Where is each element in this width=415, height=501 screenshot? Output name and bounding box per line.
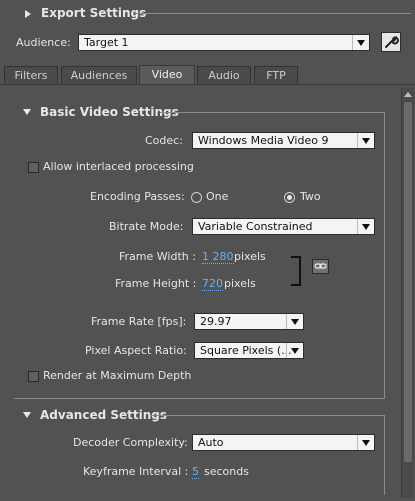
- decoder-label: Decoder Complexity:: [73, 436, 188, 449]
- keyframe-label: Keyframe Interval :: [83, 465, 189, 478]
- section-divider: [160, 112, 385, 113]
- scroll-up-icon[interactable]: [404, 92, 412, 97]
- pass-one-label: One: [206, 190, 229, 203]
- aspect-bracket: [291, 256, 301, 286]
- scrollbar[interactable]: [401, 88, 414, 498]
- expand-arrow-icon[interactable]: [25, 10, 31, 18]
- interlaced-checkbox[interactable]: [28, 162, 39, 173]
- bitrate-value: Variable Constrained: [198, 220, 313, 233]
- render-depth-label: Render at Maximum Depth: [43, 369, 192, 382]
- frame-width-unit: pixels: [234, 250, 266, 263]
- framerate-label: Frame Rate [fps]:: [91, 315, 187, 328]
- chevron-down-icon: [286, 314, 303, 329]
- advanced-section-title: Advanced Settings: [40, 408, 168, 422]
- decoder-dropdown[interactable]: Auto: [192, 434, 375, 451]
- pass-one-radio[interactable]: [191, 192, 202, 203]
- wrench-button[interactable]: [381, 32, 401, 52]
- collapse-arrow-icon[interactable]: [23, 412, 31, 418]
- frame-height-label: Frame Height :: [115, 277, 197, 290]
- scroll-thumb[interactable]: [404, 102, 412, 462]
- chevron-down-icon: [357, 435, 374, 450]
- decoder-value: Auto: [198, 436, 224, 449]
- tab-audio[interactable]: Audio: [197, 66, 251, 84]
- chain-link-icon: [314, 263, 327, 269]
- keyframe-unit: seconds: [204, 465, 249, 478]
- pass-two-label: Two: [300, 190, 321, 203]
- framerate-value: 29.97: [200, 315, 232, 328]
- section-divider: [151, 415, 385, 416]
- constrain-proportions-button[interactable]: [312, 259, 329, 274]
- frame-width-value[interactable]: 1 280: [202, 250, 234, 264]
- aspect-dropdown[interactable]: Square Pixels (...: [194, 342, 304, 359]
- interlaced-label: Allow interlaced processing: [43, 160, 194, 173]
- keyframe-value[interactable]: 5: [192, 465, 199, 479]
- tab-video[interactable]: Video: [139, 65, 195, 85]
- render-depth-checkbox[interactable]: [28, 371, 39, 382]
- advanced-section-border: [384, 415, 385, 495]
- audience-value: Target 1: [84, 36, 129, 49]
- divider: [133, 13, 411, 14]
- chevron-down-icon: [357, 133, 374, 148]
- collapse-arrow-icon[interactable]: [23, 109, 31, 115]
- codec-value: Windows Media Video 9: [198, 134, 329, 147]
- codec-label: Codec:: [145, 134, 183, 147]
- aspect-label: Pixel Aspect Ratio:: [85, 344, 187, 357]
- bitrate-label: Bitrate Mode:: [109, 220, 184, 233]
- frame-width-label: Frame Width :: [119, 250, 196, 263]
- audience-label: Audience:: [16, 36, 71, 49]
- frame-height-unit: pixels: [224, 277, 256, 290]
- wrench-icon: [385, 35, 399, 48]
- frame-height-value[interactable]: 720: [202, 277, 223, 291]
- tab-bar-underline: [0, 84, 415, 85]
- basic-section-border: [384, 112, 385, 398]
- chevron-down-icon: [357, 219, 374, 234]
- codec-dropdown[interactable]: Windows Media Video 9: [192, 132, 375, 149]
- pass-two-radio[interactable]: [284, 192, 295, 203]
- bitrate-dropdown[interactable]: Variable Constrained: [192, 218, 375, 235]
- framerate-dropdown[interactable]: 29.97: [194, 313, 304, 330]
- chevron-down-icon: [286, 343, 303, 358]
- basic-section-title: Basic Video Settings: [40, 105, 179, 119]
- export-settings-title: Export Settings: [41, 6, 147, 20]
- audience-dropdown[interactable]: Target 1: [78, 34, 370, 51]
- tab-filters[interactable]: Filters: [4, 66, 58, 84]
- basic-section-bottom: [14, 398, 385, 399]
- tab-ftp[interactable]: FTP: [254, 66, 298, 84]
- chevron-down-icon: [352, 35, 369, 50]
- aspect-value: Square Pixels (...: [200, 344, 292, 357]
- passes-label: Encoding Passes:: [90, 190, 185, 203]
- tab-audiences[interactable]: Audiences: [61, 66, 137, 84]
